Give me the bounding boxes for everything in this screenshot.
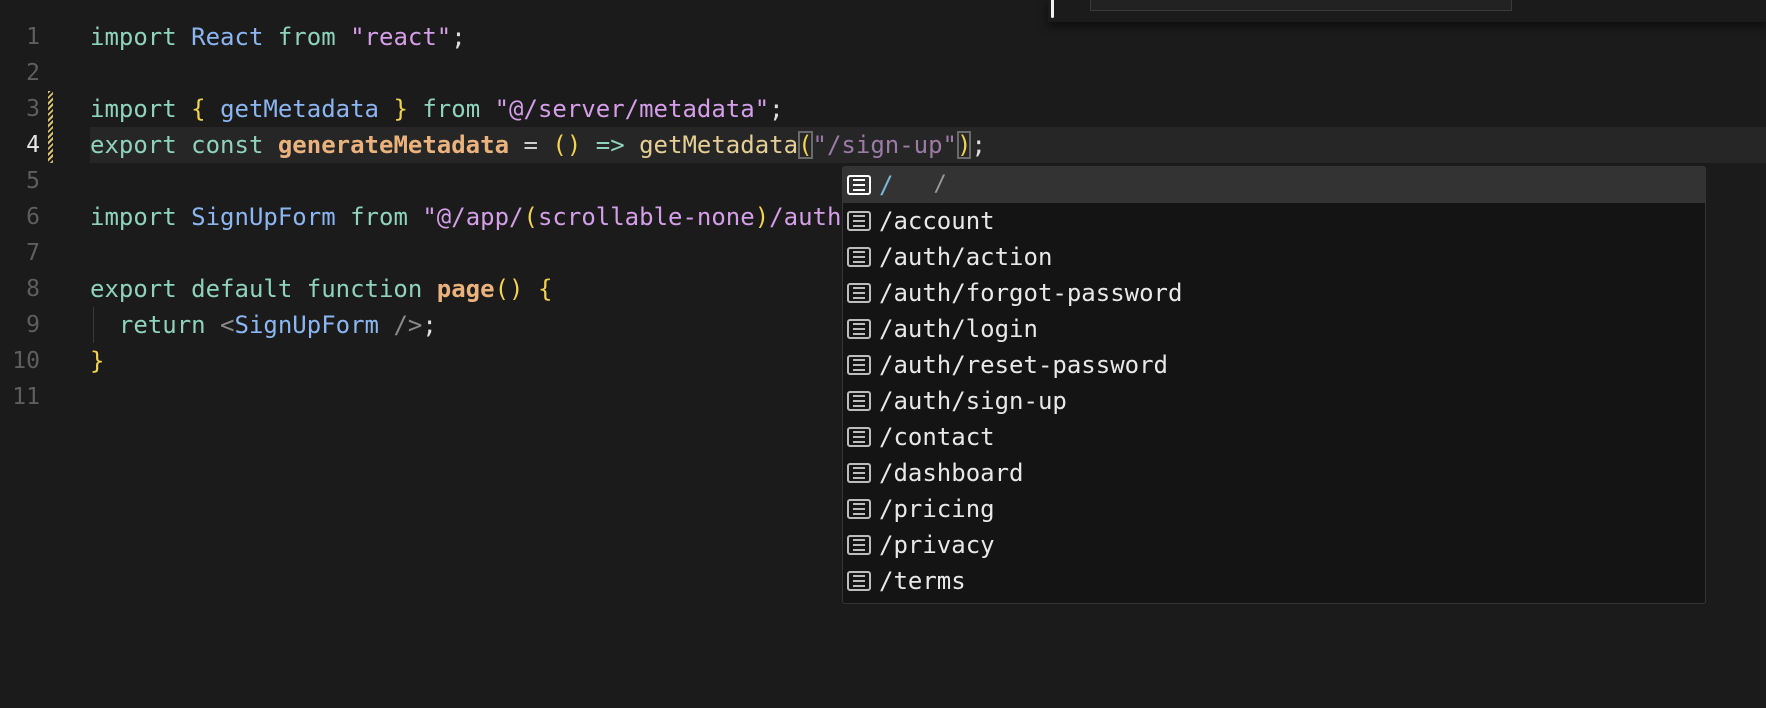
- suggestion-label: /privacy: [879, 531, 995, 559]
- text-document-icon: [847, 283, 871, 303]
- code-token: SignUpForm: [191, 203, 351, 231]
- code-token: />: [393, 311, 423, 339]
- suggestion-item[interactable]: /auth/reset-password: [843, 347, 1705, 383]
- suggestion-item[interactable]: /account: [843, 203, 1705, 239]
- suggestion-label: /dashboard: [879, 459, 1024, 487]
- suggestion-label: /: [879, 171, 894, 199]
- code-line[interactable]: [90, 55, 1766, 91]
- find-widget: [1048, 0, 1766, 22]
- text-document-icon: [847, 499, 871, 519]
- suggestion-item[interactable]: /pricing: [843, 491, 1705, 527]
- code-token: page: [436, 275, 495, 303]
- code-token: ;: [971, 131, 986, 159]
- code-token: getMetadata: [639, 131, 799, 159]
- text-document-icon: [847, 355, 871, 375]
- code-token: generateMetadata: [277, 131, 510, 159]
- line-number: 10: [12, 348, 40, 374]
- code-token: ;: [769, 95, 784, 123]
- line-number: 11: [12, 384, 40, 410]
- suggestion-label: /auth/reset-password: [879, 351, 1168, 379]
- code-token: "@/server/metadata": [494, 95, 770, 123]
- text-document-icon: [847, 175, 871, 195]
- line-number: 6: [26, 204, 40, 230]
- suggestion-label: /auth/login: [879, 315, 1038, 343]
- line-number: 4: [26, 132, 40, 158]
- suggestion-item[interactable]: /terms: [843, 563, 1705, 599]
- code-token: ): [957, 131, 972, 159]
- code-token: (: [798, 131, 813, 159]
- suggestion-item-selected[interactable]: / /: [843, 167, 1705, 203]
- code-token: }: [393, 95, 423, 123]
- suggestion-label: /auth/action: [879, 243, 1053, 271]
- suggestion-label: /auth/forgot-password: [879, 279, 1183, 307]
- code-token: SignUpForm: [234, 311, 394, 339]
- suggestion-item[interactable]: /auth/action: [843, 239, 1705, 275]
- suggestion-item[interactable]: /auth/sign-up: [843, 383, 1705, 419]
- code-token: }: [90, 347, 105, 375]
- suggestion-item[interactable]: /privacy: [843, 527, 1705, 563]
- line-number: 7: [26, 240, 40, 266]
- code-token: {: [537, 275, 553, 303]
- text-document-icon: [847, 463, 871, 483]
- code-token: import: [90, 23, 192, 51]
- code-token: from: [422, 95, 495, 123]
- suggestion-label: /account: [879, 207, 995, 235]
- code-token: from: [350, 203, 423, 231]
- text-document-icon: [847, 571, 871, 591]
- suggestion-item[interactable]: /dashboard: [843, 455, 1705, 491]
- code-token: =: [509, 131, 553, 159]
- code-token: (): [552, 131, 596, 159]
- code-token: {: [191, 95, 221, 123]
- code-token: scrollable-none: [537, 203, 755, 231]
- code-token: "/sign-up": [812, 131, 958, 159]
- text-document-icon: [847, 211, 871, 231]
- code-token: import: [90, 95, 192, 123]
- suggestion-item[interactable]: /contact: [843, 419, 1705, 455]
- code-token: export const: [90, 131, 278, 159]
- code-token: return: [90, 311, 221, 339]
- line-number: 8: [26, 276, 40, 302]
- code-token: =>: [595, 131, 640, 159]
- find-widget-resize-handle[interactable]: [1051, 0, 1054, 18]
- code-token: /auth: [769, 203, 842, 231]
- line-number: 3: [26, 96, 40, 122]
- text-document-icon: [847, 427, 871, 447]
- suggestion-item[interactable]: /auth/forgot-password: [843, 275, 1705, 311]
- code-token: import: [90, 203, 192, 231]
- modified-lines-indicator[interactable]: [48, 91, 53, 163]
- code-token: "react": [350, 23, 452, 51]
- suggestion-item[interactable]: /auth/login: [843, 311, 1705, 347]
- suggestion-label: /pricing: [879, 495, 995, 523]
- suggestion-label: /contact: [879, 423, 995, 451]
- code-line[interactable]: export const generateMetadata = () => ge…: [90, 127, 1766, 163]
- code-line[interactable]: import { getMetadata } from "@/server/me…: [90, 91, 1766, 127]
- code-token: from: [277, 23, 351, 51]
- code-token: React: [191, 23, 278, 51]
- line-number: 9: [26, 312, 40, 338]
- line-number: 2: [26, 60, 40, 86]
- code-line[interactable]: import React from "react";: [90, 19, 1766, 55]
- suggestion-label: /auth/sign-up: [879, 387, 1067, 415]
- code-token: (: [523, 203, 538, 231]
- autocomplete-suggestions: / / /account/auth/action/auth/forgot-pas…: [842, 166, 1706, 604]
- code-token: (): [494, 275, 538, 303]
- code-token: export default function: [90, 275, 437, 303]
- text-document-icon: [847, 319, 871, 339]
- text-document-icon: [847, 391, 871, 411]
- suggestion-detail: /: [933, 172, 947, 197]
- line-number-gutter: 1 2 3 4 5 6 7 8 9 10 11: [0, 19, 70, 415]
- code-token: getMetadata: [220, 95, 394, 123]
- suggestion-label: /terms: [879, 567, 966, 595]
- line-number: 5: [26, 168, 40, 194]
- code-token: <: [220, 311, 235, 339]
- code-token: ;: [451, 23, 466, 51]
- code-token: ;: [422, 311, 437, 339]
- find-input[interactable]: [1090, 0, 1512, 11]
- code-token: ): [754, 203, 770, 231]
- code-token: "@/app/: [422, 203, 524, 231]
- line-number: 1: [26, 24, 40, 50]
- text-document-icon: [847, 247, 871, 267]
- text-document-icon: [847, 535, 871, 555]
